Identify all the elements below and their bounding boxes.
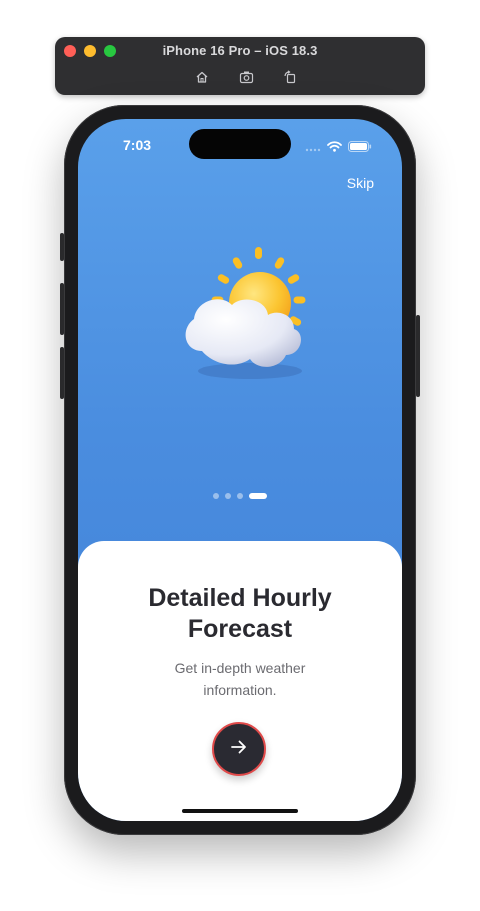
- cellular-icon: [305, 139, 321, 157]
- partly-cloudy-icon: [174, 247, 324, 397]
- simulator-title: iPhone 16 Pro – iOS 18.3: [162, 43, 318, 58]
- simulator-toolbar: iPhone 16 Pro – iOS 18.3: [55, 37, 425, 95]
- iphone-device-frame: 7:03 Skip Detailed Hourly Forecast Get i…: [60, 105, 420, 835]
- screenshot-icon[interactable]: [237, 68, 255, 86]
- action-button: [60, 233, 64, 261]
- volume-up-button: [60, 283, 64, 335]
- wifi-icon: [327, 139, 342, 157]
- phone-screen: 7:03 Skip Detailed Hourly Forecast Get i…: [78, 119, 402, 821]
- onboarding-card: Detailed Hourly Forecast Get in-depth we…: [78, 541, 402, 821]
- next-button[interactable]: [212, 722, 266, 776]
- status-time: 7:03: [123, 137, 152, 153]
- arrow-right-icon: [230, 739, 248, 760]
- status-icons: [305, 139, 372, 157]
- simulator-tools: [193, 68, 299, 86]
- page-dot[interactable]: [213, 493, 219, 499]
- skip-button[interactable]: Skip: [347, 175, 374, 191]
- page-dot-active[interactable]: [249, 493, 267, 499]
- battery-icon: [348, 139, 372, 157]
- rotate-icon[interactable]: [281, 68, 299, 86]
- volume-down-button: [60, 347, 64, 399]
- page-dot[interactable]: [225, 493, 231, 499]
- onboarding-subtitle: Get in-depth weather information.: [174, 660, 306, 698]
- onboarding-title: Detailed Hourly Forecast: [148, 584, 332, 643]
- page-indicator: [78, 493, 402, 499]
- home-icon[interactable]: [193, 68, 211, 86]
- dynamic-island: [189, 129, 291, 159]
- side-button: [416, 315, 420, 397]
- page-dot[interactable]: [237, 493, 243, 499]
- home-indicator[interactable]: [182, 809, 298, 813]
